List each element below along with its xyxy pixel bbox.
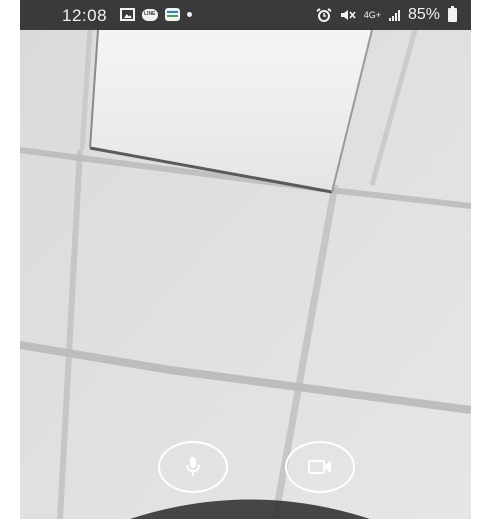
battery-icon — [448, 6, 457, 22]
status-time: 12:08 — [62, 6, 108, 25]
camera-button[interactable] — [285, 441, 355, 493]
microphone-button[interactable] — [158, 441, 228, 493]
video-camera-icon — [308, 460, 331, 474]
system-icons: 4G+ 85% — [316, 6, 457, 24]
battery-percentage: 85% — [407, 6, 440, 23]
alarm-icon — [316, 8, 332, 22]
mute-icon — [340, 10, 356, 20]
notification-icons — [120, 8, 192, 21]
gallery-icon — [120, 8, 135, 21]
call-controls — [20, 441, 471, 497]
signal-icon — [388, 9, 400, 21]
notification-dot-icon — [187, 12, 192, 17]
mic-icon — [186, 457, 200, 476]
messages-icon — [165, 8, 180, 21]
video-call-screen: 12:08 4G+ 85% — [20, 0, 471, 519]
status-bar: 12:08 4G+ 85% — [20, 0, 471, 30]
line-app-icon — [142, 8, 158, 21]
network-type: 4G+ — [363, 9, 381, 20]
